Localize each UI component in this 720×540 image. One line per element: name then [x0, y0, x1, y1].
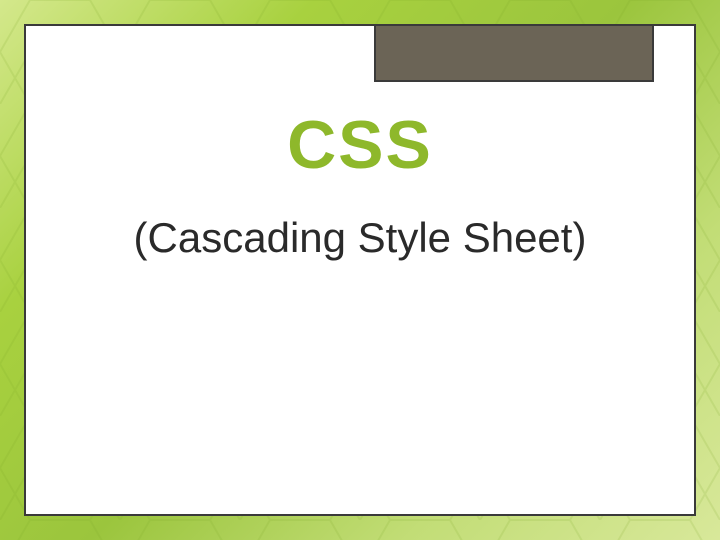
slide-title: CSS	[66, 106, 654, 184]
slide-subtitle: (Cascading Style Sheet)	[66, 214, 654, 262]
accent-box	[374, 24, 654, 82]
slide-frame: CSS (Cascading Style Sheet)	[24, 24, 696, 516]
